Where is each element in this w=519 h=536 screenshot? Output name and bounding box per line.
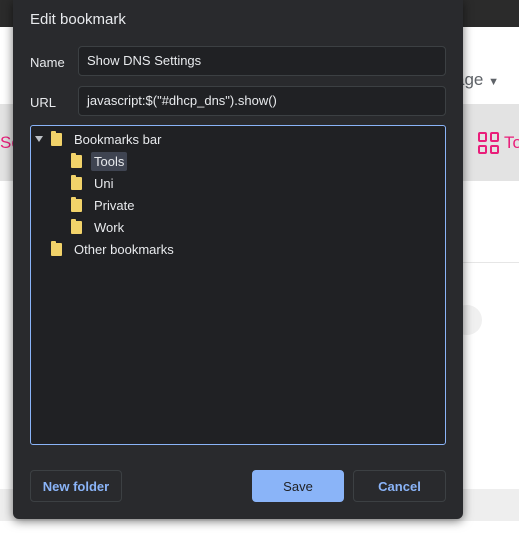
- folder-icon: [71, 174, 82, 190]
- tree-item-uni[interactable]: Uni: [71, 173, 117, 193]
- new-folder-button[interactable]: New folder: [30, 470, 122, 502]
- chevron-down-icon: ▼: [488, 76, 499, 88]
- nav-link-tools[interactable]: To: [478, 132, 519, 154]
- tree-item-label: Work: [94, 219, 125, 235]
- folder-tree[interactable]: Bookmarks bar Tools Uni Private Work Oth…: [30, 125, 446, 445]
- cancel-button[interactable]: Cancel: [353, 470, 446, 502]
- folder-icon: [51, 130, 62, 146]
- tree-item-other-bookmarks[interactable]: Other bookmarks: [51, 239, 177, 259]
- edit-bookmark-dialog: Edit bookmark Name Show DNS Settings URL…: [13, 0, 463, 519]
- tree-item-label: Private: [94, 197, 135, 213]
- url-label: URL: [30, 95, 57, 110]
- tree-item-private[interactable]: Private: [71, 195, 137, 215]
- name-label: Name: [30, 55, 65, 70]
- tree-item-label: Other bookmarks: [74, 241, 174, 257]
- tree-item-work[interactable]: Work: [71, 217, 127, 237]
- grid-icon: [478, 132, 500, 154]
- tree-item-tools[interactable]: Tools: [71, 151, 128, 171]
- folder-icon: [71, 218, 82, 234]
- url-input[interactable]: javascript:$("#dhcp_dns").show(): [78, 86, 446, 116]
- expand-arrow-icon[interactable]: [35, 136, 43, 142]
- name-input[interactable]: Show DNS Settings: [78, 46, 446, 76]
- folder-icon: [71, 196, 82, 212]
- folder-icon: [71, 152, 82, 168]
- divider: [462, 262, 519, 263]
- tree-item-label: Tools: [91, 151, 128, 171]
- folder-icon: [51, 240, 62, 256]
- dialog-title: Edit bookmark: [30, 11, 126, 28]
- tree-item-label: Uni: [94, 175, 114, 191]
- tree-item-label: Bookmarks bar: [74, 131, 162, 147]
- save-button[interactable]: Save: [252, 470, 344, 502]
- nav-link-tools-label: To: [504, 133, 519, 152]
- tree-item-bookmarks-bar[interactable]: Bookmarks bar: [35, 129, 164, 149]
